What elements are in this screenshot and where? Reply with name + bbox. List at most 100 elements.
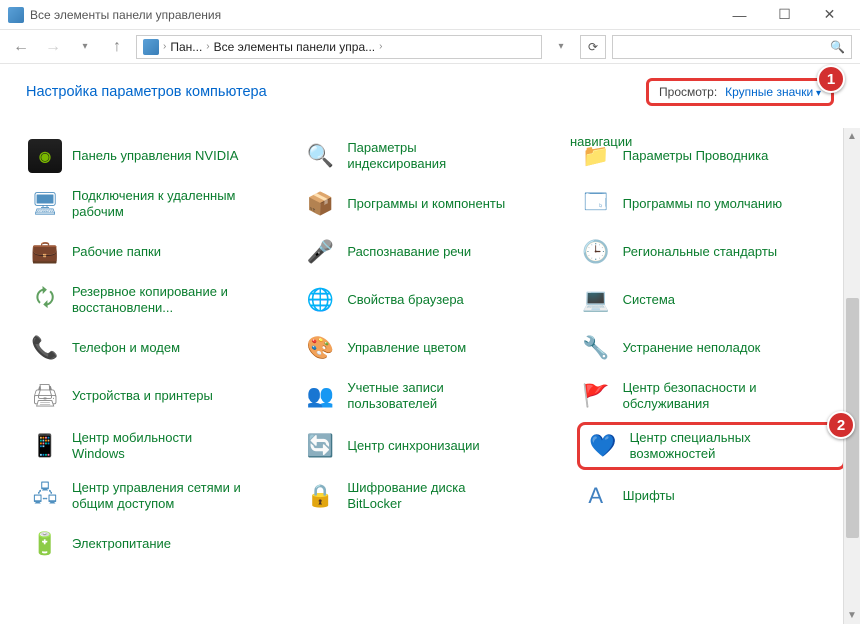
item-label: Устранение неполадок: [623, 340, 761, 356]
recent-button[interactable]: ▾: [72, 34, 98, 60]
bitlocker[interactable]: 🔒 Шифрование диска BitLocker: [301, 474, 570, 518]
users-icon: 👥: [303, 379, 337, 413]
item-label: Электропитание: [72, 536, 171, 552]
security-icon: 🚩: [579, 379, 613, 413]
item-label: Программы по умолчанию: [623, 196, 782, 212]
work-folders[interactable]: 💼Рабочие папки: [26, 230, 295, 274]
system-icon: 💻: [579, 283, 613, 317]
bitlocker-icon: 🔒: [303, 479, 337, 513]
scroll-down-icon[interactable]: ▼: [844, 607, 860, 624]
history-dropdown[interactable]: ▾: [548, 34, 574, 60]
item-label: Параметры Проводника: [623, 148, 769, 164]
index-icon: 🔍: [303, 139, 337, 173]
fonts-icon: A: [579, 479, 613, 513]
backup-icon: 🗘: [28, 283, 62, 317]
breadcrumb[interactable]: › Пан... › Все элементы панели упра... ›: [136, 35, 542, 59]
titlebar: Все элементы панели управления — ☐ ✕: [0, 0, 860, 30]
item-label: Телефон и модем: [72, 340, 180, 356]
system[interactable]: 💻 Система: [577, 278, 846, 322]
minimize-button[interactable]: —: [717, 0, 762, 30]
mobility-center[interactable]: 📱 Центр мобильности Windows: [26, 422, 295, 470]
breadcrumb-part[interactable]: Пан...: [170, 40, 202, 54]
item-label: Панель управления NVIDIA: [72, 148, 238, 164]
page-title: Настройка параметров компьютера: [26, 84, 267, 100]
mobility-icon: 📱: [28, 429, 62, 463]
item-label: Центр управления сетями и общим доступом: [72, 480, 242, 513]
remote-icon: 🖥: [28, 187, 62, 221]
item-label: Программы и компоненты: [347, 196, 505, 212]
network-sharing[interactable]: 🖧 Центр управления сетями и общим доступо…: [26, 474, 295, 518]
default-programs[interactable]: 🗔 Программы по умолчанию: [577, 182, 846, 226]
backup-restore[interactable]: 🗘 Резервное копирование и восстановлени..…: [26, 278, 295, 322]
internet-options[interactable]: 🌐Свойства браузера: [301, 278, 570, 322]
item-label: Шрифты: [623, 488, 675, 504]
regional-settings[interactable]: 🕒Региональные стандарты: [577, 230, 846, 274]
view-selector[interactable]: Просмотр: Крупные значки 1: [646, 78, 834, 106]
vertical-scrollbar[interactable]: ▲ ▼: [843, 128, 860, 624]
item-label: Шифрование диска BitLocker: [347, 480, 517, 513]
item-label: Центр мобильности Windows: [72, 430, 242, 463]
back-button[interactable]: ←: [8, 34, 34, 60]
security-maintenance[interactable]: 🚩 Центр безопасности и обслуживания: [577, 374, 846, 418]
item-label: Центр синхронизации: [347, 438, 479, 454]
programs-icon: 📦: [303, 187, 337, 221]
ease-icon: 💙: [586, 429, 620, 463]
indexing-options[interactable]: 🔍 Параметры индексирования: [301, 134, 570, 178]
power-options[interactable]: 🔋 Электропитание: [26, 522, 295, 566]
item-label: Центр безопасности и обслуживания: [623, 380, 793, 413]
maximize-button[interactable]: ☐: [762, 0, 807, 30]
power-icon: 🔋: [28, 527, 62, 561]
items-area: ◉ Панель управления NVIDIA 🔍 Параметры инде…: [0, 128, 860, 624]
chevron-right-icon: ›: [379, 41, 382, 52]
window-title: Все элементы панели управления: [30, 8, 221, 22]
forward-button[interactable]: →: [40, 34, 66, 60]
sync-center[interactable]: 🔄 Центр синхронизации: [301, 422, 570, 470]
phone-icon: 📞: [28, 331, 62, 365]
item-label: Распознавание речи: [347, 244, 471, 260]
nvidia-control-panel[interactable]: ◉ Панель управления NVIDIA: [26, 134, 295, 178]
devices-printers[interactable]: 🖨Устройства и принтеры: [26, 374, 295, 418]
view-label: Просмотр:: [659, 85, 717, 99]
item-label: Учетные записи пользователей: [347, 380, 517, 413]
network-icon: 🖧: [28, 479, 62, 513]
up-button[interactable]: ↑: [104, 34, 130, 60]
chevron-right-icon: ›: [163, 41, 166, 52]
breadcrumb-part[interactable]: Все элементы панели упра...: [214, 40, 376, 54]
phone-modem[interactable]: 📞 Телефон и модем: [26, 326, 295, 370]
content-header: Настройка параметров компьютера Просмотр…: [0, 64, 860, 110]
addressbar: ← → ▾ ↑ › Пан... › Все элементы панели у…: [0, 30, 860, 64]
explorer-icon: 📁: [579, 139, 613, 173]
color-icon: 🎨: [303, 331, 337, 365]
speech-recognition[interactable]: 🎤Распознавание речи: [301, 230, 570, 274]
fonts[interactable]: A Шрифты: [577, 474, 846, 518]
view-value[interactable]: Крупные значки: [725, 85, 821, 99]
item-label: Система: [623, 292, 675, 308]
refresh-button[interactable]: ⟳: [580, 35, 606, 59]
region-icon: 🕒: [579, 235, 613, 269]
close-button[interactable]: ✕: [807, 0, 852, 30]
callout-badge-1: 1: [817, 65, 845, 93]
search-icon: 🔍: [830, 40, 845, 54]
sync-icon: 🔄: [303, 429, 337, 463]
remote-desktop[interactable]: 🖥Подключения к удаленным рабочим: [26, 182, 295, 226]
troubleshooting[interactable]: 🔧 Устранение неполадок: [577, 326, 846, 370]
folders-icon: 💼: [28, 235, 62, 269]
callout-badge-2: 2: [827, 411, 855, 439]
window-icon: [8, 7, 24, 23]
default-icon: 🗔: [579, 187, 613, 221]
programs-and-features[interactable]: 📦 Программы и компоненты: [301, 182, 570, 226]
window-buttons: — ☐ ✕: [717, 0, 852, 30]
user-accounts[interactable]: 👥 Учетные записи пользователей: [301, 374, 570, 418]
explorer-options[interactable]: 📁 Параметры Проводника: [577, 134, 846, 178]
nvidia-icon: ◉: [28, 139, 62, 173]
item-label: Центр специальных возможностей: [630, 430, 800, 463]
color-management[interactable]: 🎨Управление цветом: [301, 326, 570, 370]
scroll-up-icon[interactable]: ▲: [844, 128, 860, 145]
item-label: Резервное копирование и восстановлени...: [72, 284, 242, 317]
trouble-icon: 🔧: [579, 331, 613, 365]
item-label: Устройства и принтеры: [72, 388, 213, 404]
ease-of-access[interactable]: 💙Центр специальных возможностей2: [577, 422, 846, 470]
search-input[interactable]: 🔍: [612, 35, 852, 59]
item-label: Свойства браузера: [347, 292, 463, 308]
item-label: Параметры индексирования: [347, 140, 517, 173]
